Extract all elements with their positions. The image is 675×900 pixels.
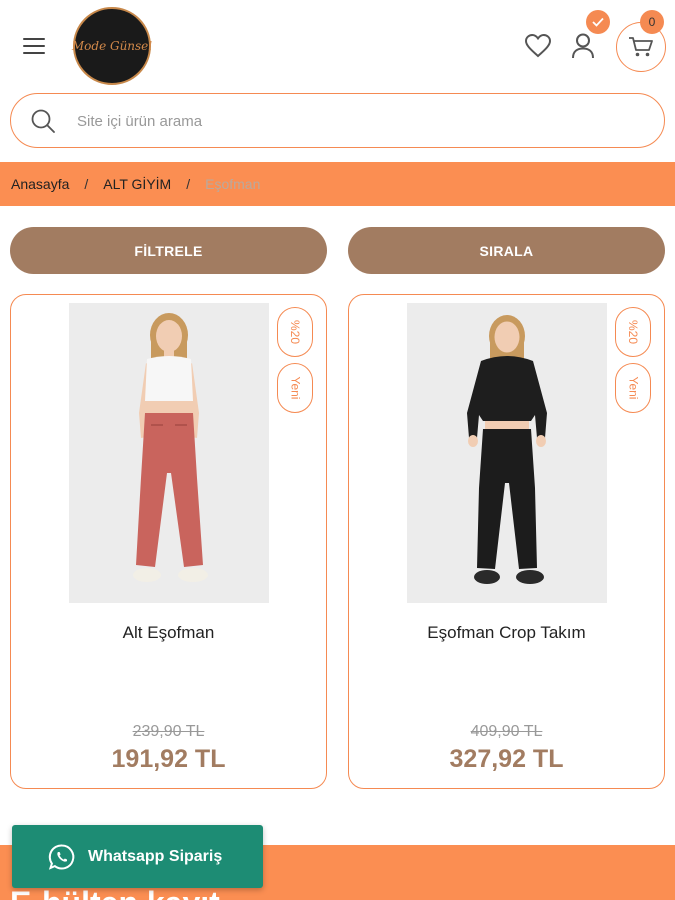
site-header: Mode Günsel 0 — [0, 0, 675, 92]
site-logo[interactable]: Mode Günsel — [71, 7, 153, 85]
breadcrumb-current: Eşofman — [205, 176, 261, 192]
logo-text: Mode Günsel — [71, 39, 153, 53]
sort-button[interactable]: SIRALA — [348, 227, 665, 274]
breadcrumb-separator: / — [84, 176, 89, 192]
check-icon — [586, 10, 610, 34]
filter-button[interactable]: FİLTRELE — [10, 227, 327, 274]
cart-count-badge: 0 — [640, 10, 664, 34]
menu-icon[interactable] — [23, 38, 45, 56]
search-input[interactable] — [77, 104, 637, 138]
whatsapp-label: Whatsapp Sipariş — [88, 847, 223, 865]
old-price: 409,90 TL — [470, 723, 543, 740]
search-icon[interactable] — [30, 108, 56, 134]
user-icon[interactable] — [569, 32, 597, 60]
product-name[interactable]: Alt Eşofman — [11, 623, 326, 643]
product-image[interactable] — [69, 303, 269, 603]
whatsapp-icon — [48, 843, 75, 870]
search-bar[interactable] — [10, 93, 665, 148]
product-card[interactable]: %20 Yeni Alt Eşofman 239,90 TL 191,92 TL — [10, 294, 327, 789]
breadcrumb-home[interactable]: Anasayfa — [11, 176, 69, 192]
cart-icon — [629, 37, 653, 57]
heart-icon[interactable] — [524, 32, 552, 60]
product-image[interactable] — [407, 303, 607, 603]
new-tag-label: Yeni — [287, 376, 302, 400]
discount-tag-label: %20 — [626, 319, 640, 345]
breadcrumb: Anasayfa / ALT GİYİM / Eşofman — [0, 162, 675, 206]
product-name[interactable]: Eşofman Crop Takım — [349, 623, 664, 643]
new-tag: Yeni — [277, 363, 313, 413]
discount-tag: %20 — [615, 307, 651, 357]
old-price: 239,90 TL — [132, 723, 205, 740]
discount-tag-label: %20 — [288, 319, 302, 345]
whatsapp-order-button[interactable]: Whatsapp Sipariş — [12, 825, 263, 888]
breadcrumb-separator: / — [186, 176, 191, 192]
new-tag-label: Yeni — [625, 376, 640, 400]
breadcrumb-category[interactable]: ALT GİYİM — [103, 176, 171, 192]
sale-price: 327,92 TL — [449, 745, 564, 773]
product-card[interactable]: %20 Yeni Eşofman Crop Takım 409,90 TL 32… — [348, 294, 665, 789]
discount-tag: %20 — [277, 307, 313, 357]
sale-price: 191,92 TL — [111, 745, 226, 773]
new-tag: Yeni — [615, 363, 651, 413]
